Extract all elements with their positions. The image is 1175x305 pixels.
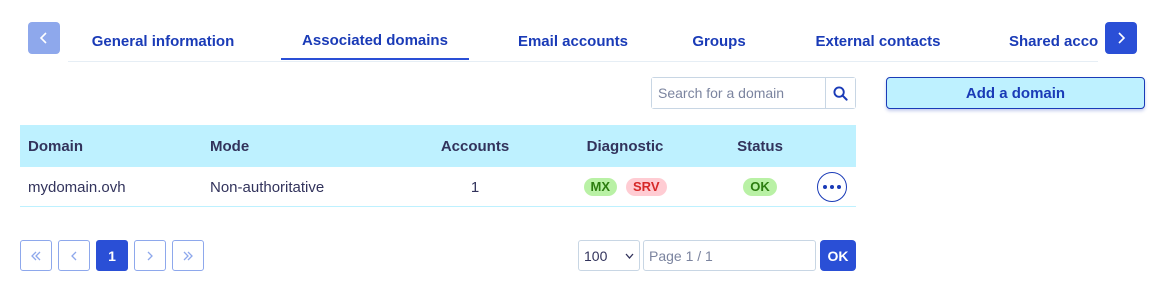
domain-search <box>651 77 856 109</box>
tab-email-accounts[interactable]: Email accounts <box>493 22 653 60</box>
items-per-page-value: 100 <box>584 247 608 264</box>
chevron-right-icon <box>1118 32 1126 44</box>
column-header-status[interactable]: Status <box>720 125 800 167</box>
ellipsis-icon <box>823 185 827 189</box>
tab-general-information[interactable]: General information <box>68 22 258 60</box>
column-header-accounts[interactable]: Accounts <box>425 125 525 167</box>
chevron-left-icon <box>71 251 77 260</box>
cell-accounts: 1 <box>470 178 480 196</box>
tab-associated-domains[interactable]: Associated domains <box>281 22 469 60</box>
cell-mode: Non-authoritative <box>210 178 325 196</box>
table-header: Domain Mode Accounts Diagnostic Status <box>20 125 856 167</box>
tabs-scroll-right-button[interactable] <box>1105 22 1137 54</box>
tab-groups[interactable]: Groups <box>678 22 760 60</box>
last-page-button[interactable] <box>172 240 204 271</box>
column-header-mode[interactable]: Mode <box>210 125 249 167</box>
items-per-page-select[interactable]: 100 <box>578 240 640 271</box>
tabs-track: General information Associated domains E… <box>68 22 1098 62</box>
domains-table: Domain Mode Accounts Diagnostic Status m… <box>20 125 856 207</box>
diagnostic-badge-mx: MX <box>583 178 617 196</box>
search-icon <box>833 85 848 101</box>
cell-domain: mydomain.ovh <box>28 178 126 196</box>
chevron-down-icon <box>625 253 634 259</box>
next-page-button[interactable] <box>134 240 166 271</box>
double-chevron-right-icon <box>183 251 193 260</box>
chevron-right-icon <box>147 251 153 260</box>
column-header-domain[interactable]: Domain <box>28 125 83 167</box>
chevron-left-icon <box>39 32 47 44</box>
row-actions-button[interactable] <box>817 172 847 202</box>
double-chevron-left-icon <box>31 251 41 260</box>
tabs-bar: General information Associated domains E… <box>0 0 1175 62</box>
tab-external-contacts[interactable]: External contacts <box>798 22 958 60</box>
first-page-button[interactable] <box>20 240 52 271</box>
cell-status: OK <box>720 167 800 207</box>
cell-diagnostic: MX SRV <box>575 167 675 207</box>
tabs-scroll-left-button[interactable] <box>28 22 60 54</box>
add-domain-button[interactable]: Add a domain <box>886 77 1145 109</box>
page-number-button[interactable]: 1 <box>96 240 128 271</box>
table-row: mydomain.ovh Non-authoritative 1 MX SRV … <box>20 167 856 207</box>
page-number-field[interactable]: Page 1 / 1 <box>643 240 816 271</box>
column-header-diagnostic[interactable]: Diagnostic <box>575 125 675 167</box>
status-badge: OK <box>743 178 777 196</box>
search-button[interactable] <box>825 78 855 108</box>
search-input[interactable] <box>652 78 825 108</box>
diagnostic-badge-srv: SRV <box>626 178 667 196</box>
go-to-page-button[interactable]: OK <box>820 240 856 271</box>
previous-page-button[interactable] <box>58 240 90 271</box>
tab-shared-accounts[interactable]: Shared accou <box>1009 22 1098 60</box>
